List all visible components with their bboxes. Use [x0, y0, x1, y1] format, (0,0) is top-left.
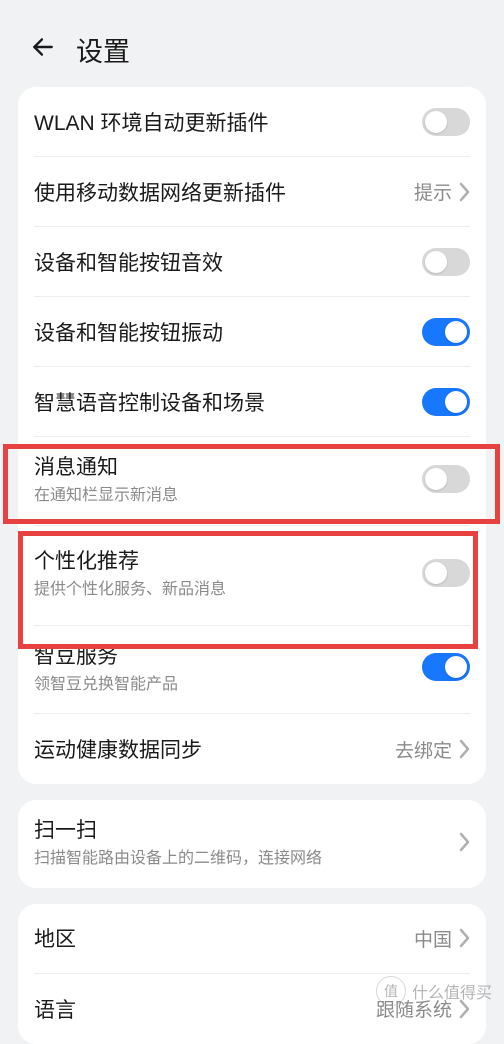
- header: 设置: [0, 0, 504, 87]
- toggle-wlan-update[interactable]: [422, 108, 470, 136]
- row-subtitle: 在通知栏显示新消息: [34, 485, 422, 507]
- row-value: 去绑定: [395, 736, 452, 763]
- row-title: 扫一扫: [34, 814, 458, 844]
- row-title: 设备和智能按钮振动: [34, 317, 422, 347]
- row-subtitle: 领智豆兑换智能产品: [34, 674, 422, 696]
- row-personalized[interactable]: 个性化推荐 提供个性化服务、新品消息: [34, 526, 470, 626]
- row-title: 消息通知: [34, 451, 422, 481]
- row-value: 提示: [414, 178, 452, 205]
- toggle-voice-control[interactable]: [422, 388, 470, 416]
- row-scan[interactable]: 扫一扫 扫描智能路由设备上的二维码，连接网络: [34, 800, 470, 888]
- settings-card-3: 地区 中国 语言 跟随系统: [18, 904, 486, 1044]
- row-health-sync[interactable]: 运动健康数据同步 去绑定: [34, 714, 470, 784]
- row-subtitle: 扫描智能路由设备上的二维码，连接网络: [34, 848, 458, 870]
- settings-card-2: 扫一扫 扫描智能路由设备上的二维码，连接网络: [18, 800, 486, 888]
- toggle-vibration[interactable]: [422, 318, 470, 346]
- toggle-notifications[interactable]: [422, 465, 470, 493]
- settings-card-1: WLAN 环境自动更新插件 使用移动数据网络更新插件 提示 设备和智能按钮音效 …: [18, 87, 486, 784]
- watermark-text: 什么值得买: [412, 979, 492, 1003]
- row-title: 设备和智能按钮音效: [34, 247, 422, 277]
- row-title: 地区: [34, 923, 414, 953]
- watermark: 值 什么值得买: [376, 976, 492, 1006]
- toggle-personalized[interactable]: [422, 559, 470, 587]
- row-vibration[interactable]: 设备和智能按钮振动: [34, 297, 470, 367]
- row-value: 中国: [414, 925, 452, 952]
- chevron-right-icon: [458, 182, 470, 202]
- toggle-sound-effect[interactable]: [422, 248, 470, 276]
- watermark-logo-icon: 值: [376, 976, 406, 1006]
- toggle-zhidou[interactable]: [422, 653, 470, 681]
- chevron-right-icon: [458, 928, 470, 948]
- row-wlan-update[interactable]: WLAN 环境自动更新插件: [34, 87, 470, 157]
- row-voice-control[interactable]: 智慧语音控制设备和场景: [34, 367, 470, 437]
- row-mobile-update[interactable]: 使用移动数据网络更新插件 提示: [34, 157, 470, 227]
- row-region[interactable]: 地区 中国: [34, 904, 470, 974]
- row-notifications[interactable]: 消息通知 在通知栏显示新消息: [34, 437, 470, 526]
- row-title: 语言: [34, 994, 376, 1024]
- page-title: 设置: [76, 30, 130, 69]
- row-title: 个性化推荐: [34, 545, 422, 575]
- back-arrow-icon[interactable]: [30, 34, 56, 65]
- row-title: WLAN 环境自动更新插件: [34, 107, 422, 137]
- row-subtitle: 提供个性化服务、新品消息: [34, 579, 422, 601]
- row-sound-effect[interactable]: 设备和智能按钮音效: [34, 227, 470, 297]
- row-title: 使用移动数据网络更新插件: [34, 177, 414, 207]
- chevron-right-icon: [458, 739, 470, 759]
- row-zhidou[interactable]: 智豆服务 领智豆兑换智能产品: [34, 626, 470, 715]
- row-title: 智慧语音控制设备和场景: [34, 387, 422, 417]
- row-title: 运动健康数据同步: [34, 734, 395, 764]
- chevron-right-icon: [458, 832, 470, 852]
- row-title: 智豆服务: [34, 640, 422, 670]
